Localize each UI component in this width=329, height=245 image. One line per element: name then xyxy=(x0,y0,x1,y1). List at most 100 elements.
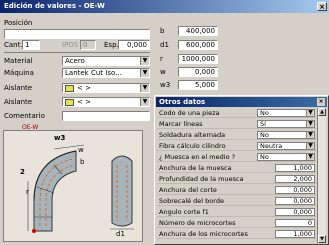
aislante1-label: Aislante xyxy=(4,84,33,92)
dialog-scrollbar[interactable]: ▲ ▼ xyxy=(317,108,326,243)
scroll-down-icon[interactable]: ▼ xyxy=(318,235,326,243)
chevron-down-icon[interactable]: ▼ xyxy=(140,98,149,106)
close-icon[interactable]: × xyxy=(317,2,327,11)
param-r-label: r xyxy=(160,55,163,63)
maquina-select[interactable]: Lantek Cut Iso... ▼ xyxy=(62,68,150,78)
elbow-drawing: OE-W w3 w b 2 r d1 xyxy=(3,124,143,242)
row-label: Fibra cálculo cilindro xyxy=(159,142,226,150)
cant-label: Cant. xyxy=(4,41,23,49)
param-w3-label: w3 xyxy=(160,81,171,89)
row-value: No xyxy=(260,131,269,139)
form-divider xyxy=(4,52,150,53)
row-anchura-corte: Anchura del corte 0,000 xyxy=(157,185,317,195)
row-select[interactable]: Sí ▼ xyxy=(257,120,315,128)
param-b-field[interactable]: 400,000 xyxy=(178,26,218,36)
row-label: Marcar líneas xyxy=(159,120,203,128)
row-angulo: Angulo corte f1 0,000 xyxy=(157,207,317,217)
maquina-label: Máquina xyxy=(4,69,34,77)
row-number-field[interactable]: 0,000 xyxy=(275,197,315,205)
row-label: Anchura del corte xyxy=(159,186,217,194)
param-r-field[interactable]: 1000,000 xyxy=(178,54,218,64)
dialog-title: Otros datos xyxy=(159,98,206,106)
param-w3-field[interactable]: 5,000 xyxy=(178,80,218,90)
row-profundidad: Profundidad de la muesca 2,000 xyxy=(157,174,317,184)
row-fibra: Fibra cálculo cilindro Neutra ▼ xyxy=(157,141,317,151)
row-label: Anchura de la muesca xyxy=(159,164,232,172)
aislante1-select[interactable]: < > ▼ xyxy=(62,83,150,93)
row-select[interactable]: No ▼ xyxy=(257,153,315,161)
scroll-up-icon[interactable]: ▲ xyxy=(318,108,326,116)
row-label: Soldadura alternada xyxy=(159,131,226,139)
param-d1-field[interactable]: 600,000 xyxy=(178,40,218,50)
aislante2-select[interactable]: < > ▼ xyxy=(62,97,150,107)
row-label: Codo de una pieza xyxy=(159,109,220,117)
material-value: Acero xyxy=(65,57,85,65)
aislante2-label: Aislante xyxy=(4,98,33,106)
row-number-field[interactable]: 0 xyxy=(275,219,315,227)
dim-w-label: w xyxy=(78,146,84,154)
row-number-field[interactable]: 1,000 xyxy=(275,230,315,238)
dim-d1-label: d1 xyxy=(116,230,125,238)
chevron-down-icon[interactable]: ▼ xyxy=(306,132,314,138)
row-number-field[interactable]: 2,000 xyxy=(275,175,315,183)
chevron-down-icon[interactable]: ▼ xyxy=(306,154,314,160)
row-number-field[interactable]: 0,000 xyxy=(275,208,315,216)
ipos-label: IPOS xyxy=(62,41,79,49)
otros-datos-dialog: Otros datos × Codo de una pieza No ▼ Marc… xyxy=(154,95,329,245)
row-marcar: Marcar líneas Sí ▼ xyxy=(157,119,317,129)
row-select[interactable]: Neutra ▼ xyxy=(257,142,315,150)
row-label: Angulo corte f1 xyxy=(159,208,209,216)
window-title: Edición de valores - OE-W xyxy=(4,2,105,10)
row-anchura-muesca: Anchura de la muesca 1,000 xyxy=(157,163,317,173)
row-anchura-microcortes: Anchura de los microcortes 1,000 xyxy=(157,229,317,239)
posicion-field[interactable] xyxy=(4,29,150,39)
window-titlebar: Edición de valores - OE-W × xyxy=(0,0,329,13)
main-window: Edición de valores - OE-W × Posición Can… xyxy=(0,0,329,245)
dim-b-label: b xyxy=(80,158,85,166)
row-value: No xyxy=(260,109,269,117)
close-icon[interactable]: × xyxy=(317,98,325,106)
chevron-down-icon[interactable]: ▼ xyxy=(306,121,314,127)
row-label: Anchura de los microcortes xyxy=(159,230,248,238)
chevron-down-icon[interactable]: ▼ xyxy=(140,69,149,77)
dim-r-label: r xyxy=(26,188,29,196)
row-select[interactable]: No ▼ xyxy=(257,131,315,139)
maquina-value: Lantek Cut Iso... xyxy=(65,69,122,77)
ipos-field: 0 xyxy=(80,40,96,50)
chevron-down-icon[interactable]: ▼ xyxy=(306,143,314,149)
param-w-field[interactable]: 0,000 xyxy=(178,67,218,77)
param-d1-label: d1 xyxy=(160,41,169,49)
dim-two-label: 2 xyxy=(20,168,25,176)
row-sobrecale: Sobrecalé del borde 0,000 xyxy=(157,196,317,206)
esp-field[interactable]: 0,000 xyxy=(118,40,150,50)
chevron-down-icon[interactable]: ▼ xyxy=(140,84,149,92)
row-select[interactable]: No ▼ xyxy=(257,109,315,117)
dim-w3-label: w3 xyxy=(54,134,66,142)
drawing-title: OE-W xyxy=(22,124,39,131)
row-number-field[interactable]: 1,000 xyxy=(275,164,315,172)
aislante1-value: < > xyxy=(77,84,91,92)
row-label: Número de microcortes xyxy=(159,219,236,227)
row-label: Sobrecalé del borde xyxy=(159,197,224,205)
cant-field[interactable]: 1 xyxy=(22,40,40,50)
color-swatch-icon xyxy=(65,84,74,92)
aislante2-value: < > xyxy=(77,98,91,106)
row-value: Neutra xyxy=(260,142,283,150)
row-label: Profundidad de la muesca xyxy=(159,175,244,183)
row-codo: Codo de una pieza No ▼ xyxy=(157,108,317,118)
comentario-label: Comentario xyxy=(4,112,45,120)
row-value: No xyxy=(260,153,269,161)
material-label: Material xyxy=(4,57,33,65)
row-number-field[interactable]: 0,000 xyxy=(275,186,315,194)
row-label: ¿ Muesca en el medio ? xyxy=(159,153,236,161)
material-select[interactable]: Acero ▼ xyxy=(62,56,150,66)
row-muesca-medio: ¿ Muesca en el medio ? No ▼ xyxy=(157,152,317,162)
chevron-down-icon[interactable]: ▼ xyxy=(140,57,149,65)
esp-label: Esp. xyxy=(104,41,119,49)
comentario-field[interactable] xyxy=(62,111,150,121)
dialog-titlebar: Otros datos × xyxy=(156,97,327,107)
param-b-label: b xyxy=(160,27,165,35)
color-swatch-icon xyxy=(65,98,74,106)
chevron-down-icon[interactable]: ▼ xyxy=(306,110,314,116)
row-value: Sí xyxy=(260,120,266,128)
